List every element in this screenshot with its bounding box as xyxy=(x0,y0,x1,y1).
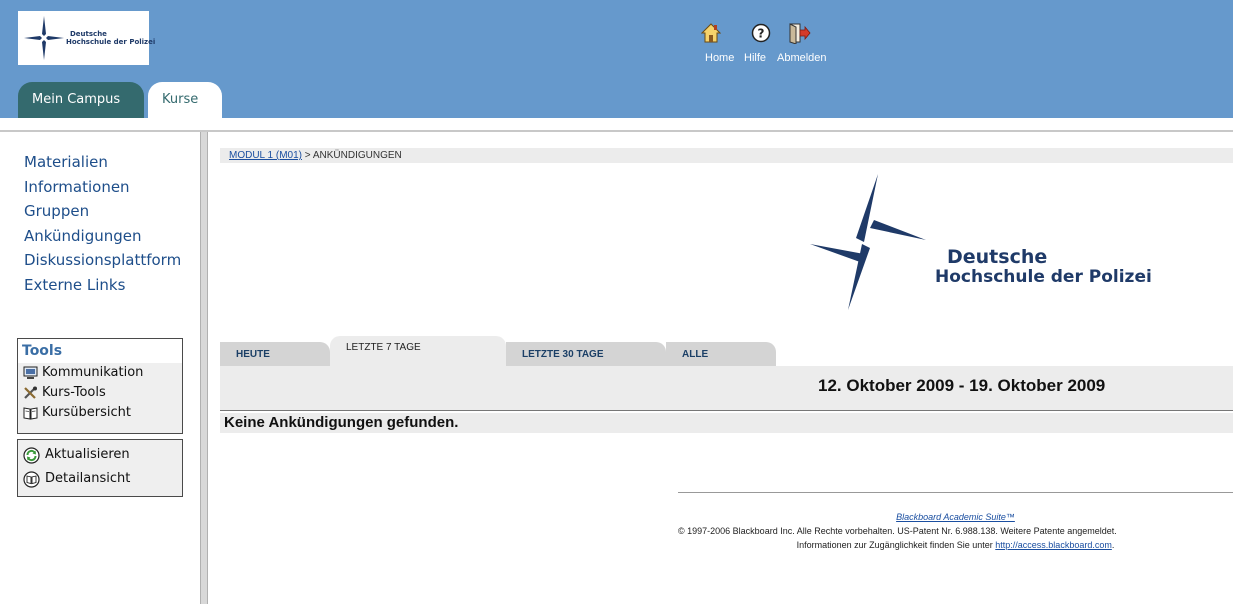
logo-text-line2: Hochschule der Polizei xyxy=(66,38,156,46)
refresh-icon xyxy=(23,447,40,464)
help-icon[interactable]: ? xyxy=(751,22,771,44)
detail-icon xyxy=(23,471,40,488)
breadcrumb-course-link[interactable]: MODUL 1 (M01) xyxy=(229,150,302,161)
course-sidebar: Materialien Informationen Gruppen Ankünd… xyxy=(0,132,200,604)
nav-help-link[interactable]: Hilfe xyxy=(744,52,766,64)
nav-home-link[interactable]: Home xyxy=(705,52,734,64)
tools-title: Tools xyxy=(18,339,182,363)
tab-heute[interactable]: HEUTE xyxy=(220,342,330,366)
date-range-bar: 12. Oktober 2009 - 19. Oktober 2009 xyxy=(220,366,1233,411)
tools-icon xyxy=(24,386,37,399)
logout-icon[interactable] xyxy=(787,22,811,44)
breadcrumb-current: ANKÜNDIGUNGEN xyxy=(312,150,402,161)
actions-panel: Aktualisieren Detailansicht xyxy=(17,439,183,497)
footer-accessibility-text: Informationen zur Zugänglichkeit finden … xyxy=(796,540,993,550)
tool-kursuebersicht[interactable]: Kursübersicht xyxy=(18,403,182,423)
footer: Blackboard Academic Suite™ © 1997-2006 B… xyxy=(678,510,1233,552)
tab-letzte-30-tage[interactable]: LETZTE 30 TAGE xyxy=(506,342,666,366)
tool-kommunikation[interactable]: Kommunikation xyxy=(18,363,182,383)
footer-accessibility-link[interactable]: http://access.blackboard.com xyxy=(995,540,1112,550)
date-filter-tabs: HEUTE LETZTE 30 TAGE ALLE LETZTE 7 TAGE xyxy=(220,332,1233,366)
empty-message: Keine Ankündigungen gefunden. xyxy=(220,413,1233,433)
main-content: MODUL 1 (M01) > ANKÜNDIGUNGEN Deutsche H… xyxy=(208,132,1233,604)
course-menu-gruppen[interactable]: Gruppen xyxy=(24,199,181,224)
tool-kursuebersicht-label: Kursübersicht xyxy=(42,405,131,420)
tool-kurs-tools[interactable]: Kurs-Tools xyxy=(18,383,182,403)
institution-logo[interactable]: Deutsche Hochschule der Polizei xyxy=(18,11,155,65)
tab-letzte-7-tage[interactable]: LETZTE 7 TAGE xyxy=(330,336,506,366)
tool-kurs-tools-label: Kurs-Tools xyxy=(42,385,106,400)
footer-accessibility-suffix: . xyxy=(1111,540,1115,550)
home-icon[interactable] xyxy=(701,22,721,44)
course-menu-externe-links[interactable]: Externe Links xyxy=(24,273,181,298)
banner-title-line2: Hochschule der Polizei xyxy=(935,267,1152,287)
course-menu-informationen[interactable]: Informationen xyxy=(24,175,181,200)
tab-alle[interactable]: ALLE xyxy=(666,342,776,366)
header-bar: Deutsche Hochschule der Polizei ? Home H… xyxy=(0,0,1233,118)
course-menu: Materialien Informationen Gruppen Ankünd… xyxy=(24,150,181,297)
breadcrumb-separator: > xyxy=(304,150,311,161)
course-menu-diskussionsplattform[interactable]: Diskussionsplattform xyxy=(24,248,181,273)
action-aktualisieren-label: Aktualisieren xyxy=(45,447,130,462)
footer-copyright: © 1997-2006 Blackboard Inc. Alle Rechte … xyxy=(678,526,1117,536)
tab-mein-campus[interactable]: Mein Campus xyxy=(18,82,144,118)
date-range-label: 12. Oktober 2009 - 19. Oktober 2009 xyxy=(818,376,1106,395)
star-logo-icon xyxy=(24,16,64,60)
action-aktualisieren[interactable]: Aktualisieren xyxy=(18,444,182,468)
banner-star-logo-icon xyxy=(810,174,926,310)
action-detailansicht[interactable]: Detailansicht xyxy=(18,468,182,492)
course-menu-materialien[interactable]: Materialien xyxy=(24,150,181,175)
footer-divider xyxy=(678,492,1233,493)
logo-text-line1: Deutsche xyxy=(70,30,107,38)
action-detailansicht-label: Detailansicht xyxy=(45,471,131,486)
tab-kurse[interactable]: Kurse xyxy=(148,82,222,118)
footer-product-link[interactable]: Blackboard Academic Suite™ xyxy=(896,512,1015,522)
tool-kommunikation-label: Kommunikation xyxy=(42,365,144,380)
book-icon xyxy=(23,407,38,420)
banner-title-line1: Deutsche xyxy=(947,246,1048,268)
nav-logout-link[interactable]: Abmelden xyxy=(777,52,827,64)
svg-text:?: ? xyxy=(758,27,765,41)
sidebar-splitter[interactable] xyxy=(200,132,208,604)
course-menu-ankuendigungen[interactable]: Ankündigungen xyxy=(24,224,181,249)
breadcrumb: MODUL 1 (M01) > ANKÜNDIGUNGEN xyxy=(220,148,1233,163)
monitor-icon xyxy=(23,366,38,379)
tools-panel: Tools Kommunikation Kurs-Tools Kursübers… xyxy=(17,338,183,434)
